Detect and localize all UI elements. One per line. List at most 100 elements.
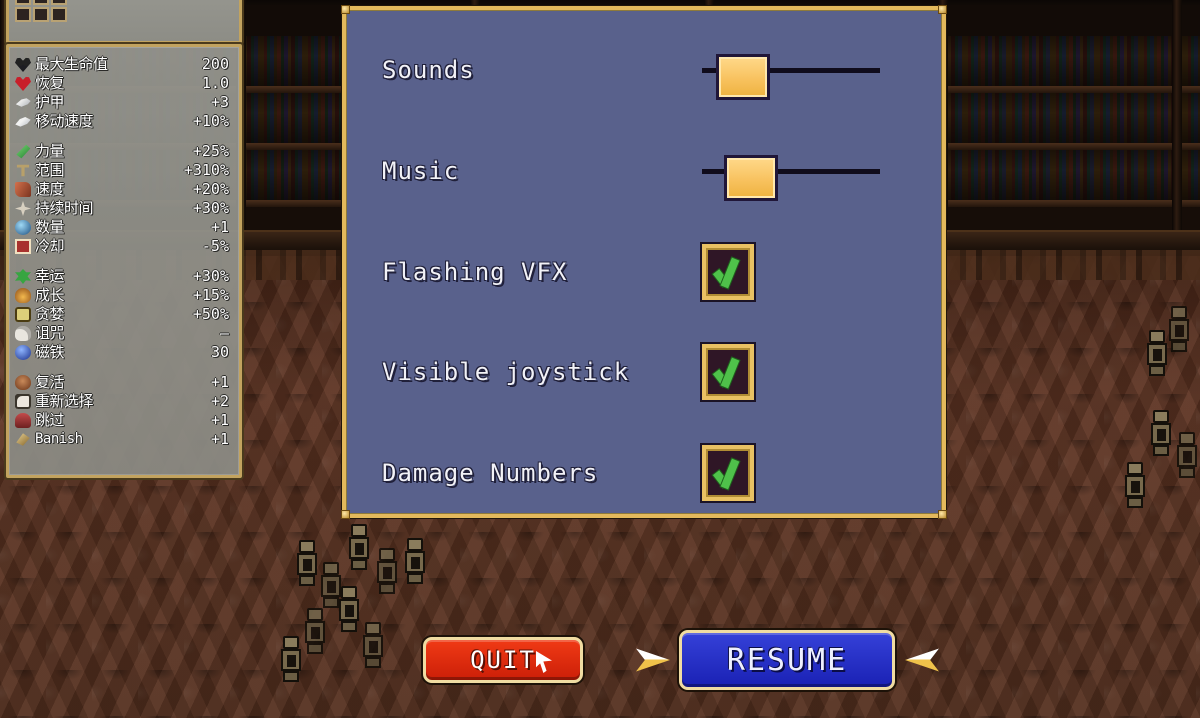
- stat-row-might: 力量 +25%: [15, 142, 229, 161]
- checkmark-icon: [715, 256, 745, 290]
- game-screen: 最大生命值 200 恢复 1.0 护甲 +3 移动速度 +10% 力量 +25%…: [0, 0, 1200, 718]
- stat-value: +1: [210, 430, 229, 448]
- setting-row-flashing-vfx: Flashing VFX: [346, 244, 950, 300]
- stat-row-recovery: 恢复 1.0: [15, 74, 229, 93]
- corner-stud-icon: [341, 510, 350, 519]
- reroll-dice-icon: [15, 394, 31, 409]
- stat-label: 范围: [35, 161, 65, 179]
- stat-label: 最大生命值: [35, 55, 108, 73]
- armor-wing-icon: [15, 95, 31, 110]
- stat-label: 重新选择: [35, 392, 94, 410]
- stat-row-banish: Banish +1: [15, 430, 229, 449]
- stat-row-revival: 复活 +1: [15, 373, 229, 392]
- skip-icon: [15, 413, 31, 428]
- stat-label: 跳过: [35, 411, 65, 429]
- checkmark-icon: [715, 457, 745, 491]
- stat-row-reroll: 重新选择 +2: [15, 392, 229, 411]
- stat-row-duration: 持续时间 +30%: [15, 199, 229, 218]
- stat-value: +3: [210, 93, 229, 111]
- inventory-slot[interactable]: [15, 7, 31, 22]
- speed-icon: [15, 182, 31, 197]
- dark-heart-icon: [15, 57, 31, 72]
- enemy-sprite: [296, 540, 318, 586]
- inventory-slot-grid[interactable]: [15, 0, 67, 22]
- inventory-slot[interactable]: [33, 7, 49, 22]
- stat-value: –: [219, 324, 229, 342]
- stat-group: 最大生命值 200 恢复 1.0 护甲 +3 移动速度 +10%: [15, 55, 229, 131]
- stat-label: 力量: [35, 142, 65, 160]
- selection-arrow-right-icon: [636, 647, 670, 673]
- area-icon: [15, 163, 31, 178]
- stat-group: 复活 +1 重新选择 +2 跳过 +1 Banish +1: [15, 373, 229, 449]
- stat-value: +50%: [192, 305, 229, 323]
- setting-label-music: Music: [382, 157, 460, 185]
- quit-button[interactable]: QUIT: [423, 637, 583, 683]
- stat-label: 复活: [35, 373, 65, 391]
- stat-label: 恢复: [35, 74, 65, 92]
- stat-value: +2: [210, 392, 229, 410]
- stat-value: +1: [210, 373, 229, 391]
- setting-row-sounds: Sounds: [346, 42, 950, 100]
- inventory-slot[interactable]: [33, 0, 49, 5]
- selection-arrow-left-icon: [905, 647, 939, 673]
- stat-row-greed: 贪婪 +50%: [15, 305, 229, 324]
- growth-icon: [15, 288, 31, 303]
- inventory-slot[interactable]: [15, 0, 31, 5]
- banish-icon: [15, 432, 31, 447]
- stat-label: 速度: [35, 180, 65, 198]
- stat-value: 200: [201, 55, 229, 73]
- stat-row-magnet: 磁铁 30: [15, 343, 229, 362]
- stat-label: 持续时间: [35, 199, 94, 217]
- stat-label: 成长: [35, 286, 65, 304]
- stat-row-luck: 幸运 +30%: [15, 267, 229, 286]
- stat-row-max-health: 最大生命值 200: [15, 55, 229, 74]
- stat-value: +1: [210, 218, 229, 236]
- stat-row-curse: 诅咒 –: [15, 324, 229, 343]
- enemy-sprite: [338, 586, 360, 632]
- enemy-sprite: [280, 636, 302, 682]
- stat-row-move-speed: 移动速度 +10%: [15, 112, 229, 131]
- flashing-vfx-checkbox[interactable]: [702, 244, 754, 300]
- stat-value: 1.0: [201, 74, 229, 92]
- magnet-icon: [15, 345, 31, 360]
- stat-row-area: 范围 +310%: [15, 161, 229, 180]
- resume-button[interactable]: RESUME: [679, 630, 895, 690]
- duration-icon: [15, 201, 31, 216]
- stat-value: -5%: [201, 237, 229, 255]
- corner-stud-icon: [938, 5, 947, 14]
- inventory-slot[interactable]: [51, 0, 67, 5]
- stat-value: +25%: [192, 142, 229, 160]
- enemy-sprite: [1150, 410, 1172, 456]
- damage-numbers-checkbox[interactable]: [702, 445, 754, 501]
- stat-label: 幸运: [35, 267, 65, 285]
- inventory-slot[interactable]: [51, 7, 67, 22]
- stat-label: 移动速度: [35, 112, 94, 130]
- enemy-sprite: [362, 622, 384, 668]
- enemy-sprite: [304, 608, 326, 654]
- stat-value: +15%: [192, 286, 229, 304]
- stat-row-skip: 跳过 +1: [15, 411, 229, 430]
- slider-handle[interactable]: [716, 54, 770, 100]
- amount-icon: [15, 220, 31, 235]
- sounds-slider[interactable]: [702, 46, 892, 100]
- move-speed-wings-icon: [15, 114, 31, 129]
- inventory-slot-panel[interactable]: [6, 0, 242, 44]
- stat-row-growth: 成长 +15%: [15, 286, 229, 305]
- stat-value: +20%: [192, 180, 229, 198]
- stat-value: 30: [210, 343, 229, 361]
- music-slider[interactable]: [702, 147, 892, 201]
- stat-group: 幸运 +30% 成长 +15% 贪婪 +50% 诅咒 – 磁铁 30: [15, 267, 229, 362]
- stat-label: 冷却: [35, 237, 65, 255]
- enemy-sprite: [1146, 330, 1168, 376]
- slider-handle[interactable]: [724, 155, 778, 201]
- corner-stud-icon: [938, 510, 947, 519]
- stat-value: +10%: [192, 112, 229, 130]
- stat-label: 贪婪: [35, 305, 65, 323]
- visible-joystick-checkbox[interactable]: [702, 344, 754, 400]
- stat-label: 数量: [35, 218, 65, 236]
- luck-clover-icon: [15, 269, 31, 284]
- setting-row-visible-joystick: Visible joystick: [346, 344, 950, 400]
- enemy-sprite: [1168, 306, 1190, 352]
- setting-label-sounds: Sounds: [382, 56, 475, 84]
- revival-icon: [15, 375, 31, 390]
